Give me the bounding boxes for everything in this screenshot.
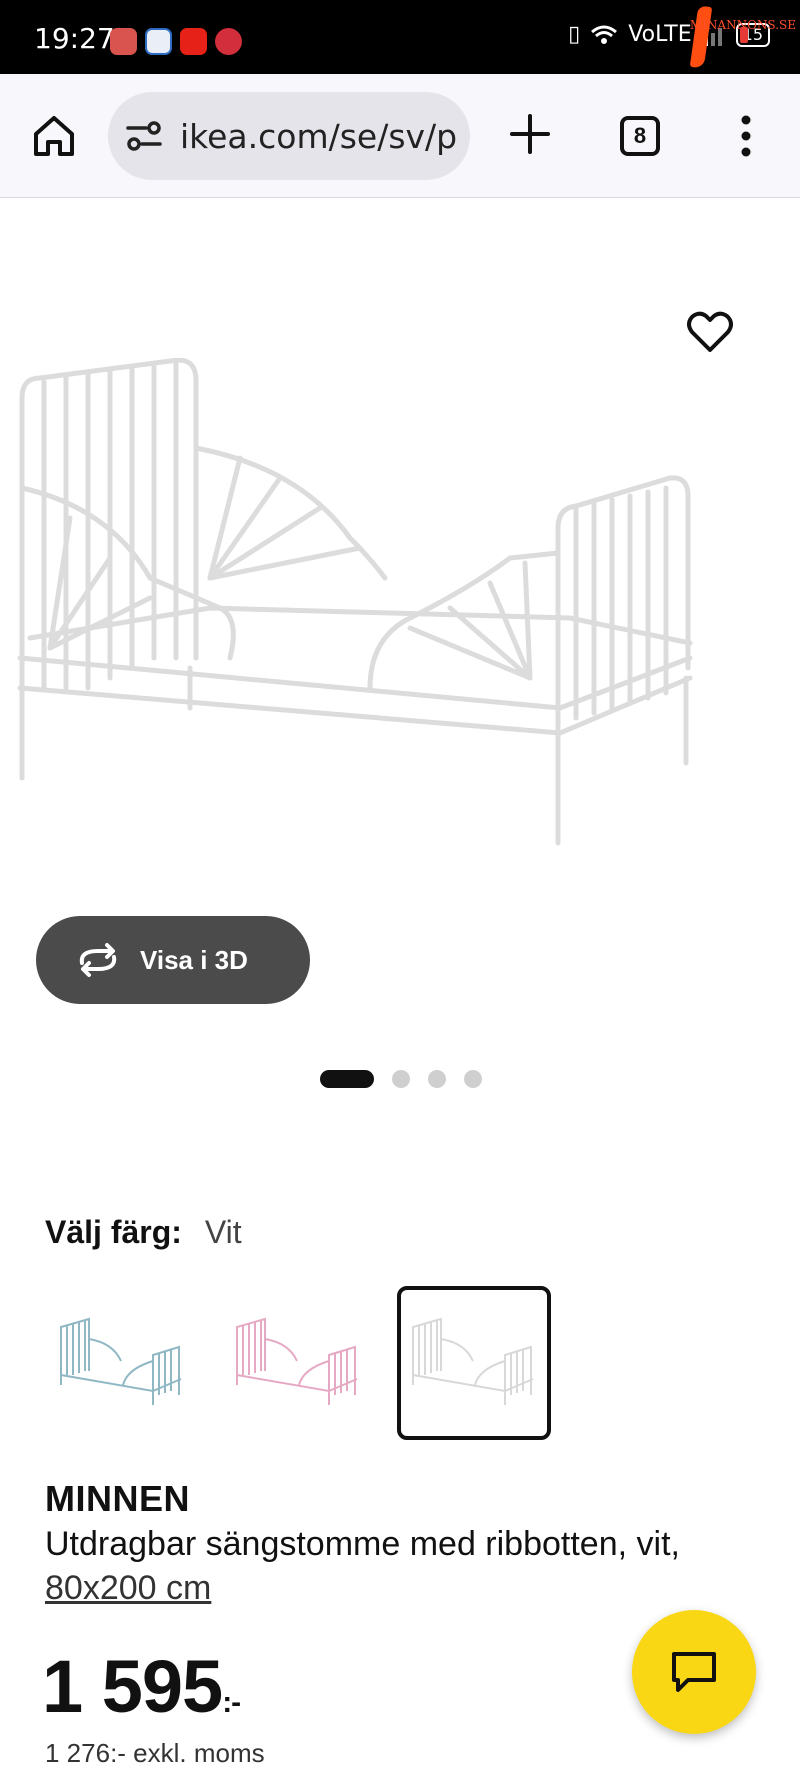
gallery-pagination: [320, 1070, 482, 1088]
product-description: Utdragbar sängstomme med ribbotten, vit,…: [45, 1522, 725, 1610]
network-label: VoLTE: [628, 22, 692, 47]
product-image: [17, 358, 693, 846]
bed-thumbnail: [236, 1317, 358, 1405]
color-label-title: Välj färg:: [45, 1214, 182, 1250]
view-3d-label: Visa i 3D: [140, 944, 248, 975]
home-icon[interactable]: [30, 112, 78, 160]
wifi-icon: [591, 25, 618, 44]
heart-icon[interactable]: [684, 306, 736, 358]
bed-thumbnail: [60, 1317, 182, 1405]
swatch-white-selected[interactable]: [397, 1286, 551, 1440]
notification-icons: [110, 28, 242, 55]
price-excl-vat: 1 276:- exkl. moms: [45, 1738, 265, 1768]
swatch-pink[interactable]: [221, 1286, 375, 1440]
new-tab-icon[interactable]: [508, 112, 552, 156]
vibrate-icon: ▯: [568, 22, 581, 47]
site-settings-icon[interactable]: [124, 118, 164, 154]
pagination-dot[interactable]: [464, 1070, 482, 1088]
color-swatches: [45, 1286, 551, 1440]
color-picker-label: Välj färg: Vit: [45, 1214, 242, 1251]
url-text: ikea.com/se/sv/p: [180, 116, 458, 156]
product-price: 1 595:-: [42, 1644, 241, 1729]
product-description-text: Utdragbar sängstomme med ribbotten, vit,: [45, 1525, 680, 1563]
bed-thumbnail: [412, 1317, 534, 1405]
pagination-dot[interactable]: [392, 1070, 410, 1088]
chat-button[interactable]: [632, 1610, 756, 1734]
selected-color-value: Vit: [204, 1214, 242, 1250]
rotate-3d-icon: [79, 943, 117, 977]
pagination-dot[interactable]: [428, 1070, 446, 1088]
tab-switcher-button[interactable]: 8: [620, 116, 660, 156]
app-notification-icon: [145, 28, 172, 55]
chat-icon: [672, 1652, 716, 1692]
swatch-turquoise[interactable]: [45, 1286, 199, 1440]
address-bar[interactable]: ikea.com/se/sv/p: [108, 92, 470, 180]
app-notification-icon: [110, 28, 137, 55]
more-menu-icon[interactable]: [728, 112, 764, 160]
youtube-icon: [180, 28, 207, 55]
pagination-dot-active[interactable]: [320, 1070, 374, 1088]
product-gallery[interactable]: Visa i 3D: [0, 198, 800, 1088]
app-notification-icon: [215, 28, 242, 55]
watermark-text: MINANNONS.SE: [689, 18, 796, 32]
product-size-link[interactable]: 80x200 cm: [45, 1569, 211, 1607]
status-time: 19:27: [34, 22, 115, 55]
product-name: MINNEN: [45, 1478, 190, 1519]
view-3d-button[interactable]: Visa i 3D: [36, 916, 310, 1004]
browser-toolbar: ikea.com/se/sv/p 8: [0, 74, 800, 198]
status-bar: 19:27 ▯ VoLTE 15 MINANNONS.SE: [0, 0, 800, 74]
price-value: 1 595: [42, 1645, 223, 1728]
price-suffix: :-: [222, 1686, 241, 1719]
